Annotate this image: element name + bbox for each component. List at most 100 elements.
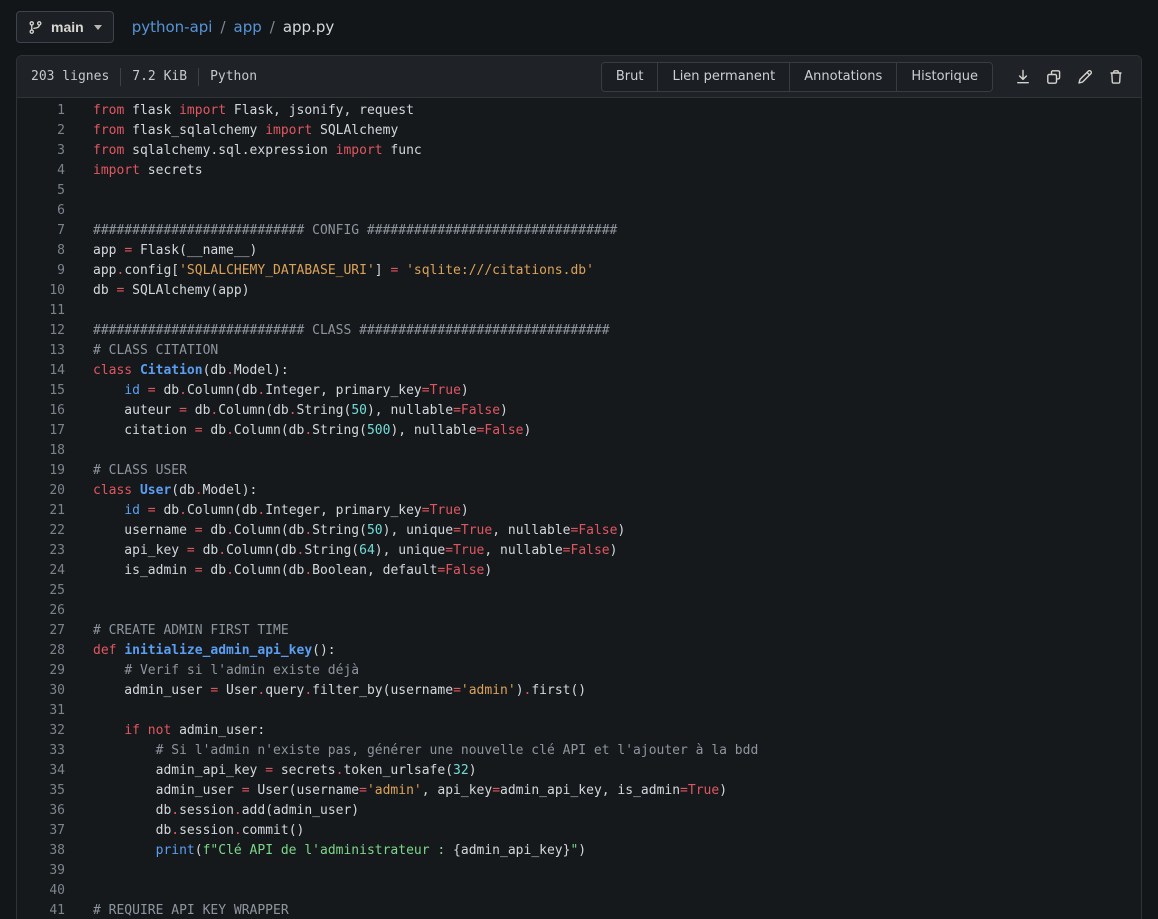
line-number[interactable]: 33 (17, 741, 65, 761)
line-number[interactable]: 24 (17, 561, 65, 581)
code-line: 36 db.session.add(admin_user) (17, 801, 1141, 821)
line-number[interactable]: 8 (17, 241, 65, 261)
line-number[interactable]: 39 (17, 861, 65, 881)
line-number[interactable]: 21 (17, 501, 65, 521)
code-text: if not admin_user: (65, 721, 265, 741)
line-number[interactable]: 11 (17, 301, 65, 321)
line-number[interactable]: 5 (17, 181, 65, 201)
code-text: citation = db.Column(db.String(500), nul… (65, 421, 531, 441)
code-area: 1from flask import Flask, jsonify, reque… (17, 98, 1141, 919)
line-number[interactable]: 25 (17, 581, 65, 601)
code-text: db.session.add(admin_user) (65, 801, 359, 821)
line-number[interactable]: 20 (17, 481, 65, 501)
line-number[interactable]: 14 (17, 361, 65, 381)
copy-icon (1046, 69, 1062, 85)
code-line: 11 (17, 301, 1141, 321)
line-number[interactable]: 23 (17, 541, 65, 561)
line-number[interactable]: 3 (17, 141, 65, 161)
line-number[interactable]: 32 (17, 721, 65, 741)
edit-icon (1077, 69, 1093, 85)
code-line: 19# CLASS USER (17, 461, 1141, 481)
code-line: 24 is_admin = db.Column(db.Boolean, defa… (17, 561, 1141, 581)
line-number[interactable]: 27 (17, 621, 65, 641)
code-text: api_key = db.Column(db.String(64), uniqu… (65, 541, 617, 561)
breadcrumb-folder-link[interactable]: app (234, 18, 262, 36)
file-lines-count: 203 lignes (31, 69, 109, 84)
line-number[interactable]: 6 (17, 201, 65, 221)
line-number[interactable]: 28 (17, 641, 65, 661)
code-text: ########################### CLASS ######… (65, 321, 610, 341)
line-number[interactable]: 30 (17, 681, 65, 701)
code-text (65, 861, 93, 881)
code-text (65, 441, 93, 461)
code-text: print(f"Clé API de l'administrateur : {a… (65, 841, 586, 861)
file-info: 203 lignes 7.2 KiB Python (27, 68, 257, 86)
line-number[interactable]: 29 (17, 661, 65, 681)
code-line: 25 (17, 581, 1141, 601)
code-text: # CLASS CITATION (65, 341, 218, 361)
line-number[interactable]: 2 (17, 121, 65, 141)
permalink-button[interactable]: Lien permanent (657, 63, 789, 91)
code-line: 6 (17, 201, 1141, 221)
line-number[interactable]: 9 (17, 261, 65, 281)
copy-button[interactable] (1038, 62, 1069, 92)
code-text (65, 701, 93, 721)
line-number[interactable]: 17 (17, 421, 65, 441)
line-number[interactable]: 15 (17, 381, 65, 401)
line-number[interactable]: 34 (17, 761, 65, 781)
line-number[interactable]: 41 (17, 901, 65, 919)
branch-selector-button[interactable]: main (16, 11, 114, 43)
line-number[interactable]: 36 (17, 801, 65, 821)
code-text: db = SQLAlchemy(app) (65, 281, 250, 301)
line-number[interactable]: 7 (17, 221, 65, 241)
code-text: username = db.Column(db.String(50), uniq… (65, 521, 625, 541)
line-number[interactable]: 35 (17, 781, 65, 801)
branch-name: main (51, 19, 84, 35)
line-number[interactable]: 13 (17, 341, 65, 361)
code-line: 26 (17, 601, 1141, 621)
code-line: 23 api_key = db.Column(db.String(64), un… (17, 541, 1141, 561)
code-line: 17 citation = db.Column(db.String(500), … (17, 421, 1141, 441)
code-text: # REQUIRE API KEY WRAPPER (65, 901, 289, 919)
code-line: 10db = SQLAlchemy(app) (17, 281, 1141, 301)
line-number[interactable]: 12 (17, 321, 65, 341)
code-line: 41# REQUIRE API KEY WRAPPER (17, 901, 1141, 919)
download-button[interactable] (1007, 62, 1038, 92)
code-text: app.config['SQLALCHEMY_DATABASE_URI'] = … (65, 261, 594, 281)
code-line: 3from sqlalchemy.sql.expression import f… (17, 141, 1141, 161)
line-number[interactable]: 16 (17, 401, 65, 421)
line-number[interactable]: 37 (17, 821, 65, 841)
code-text: ########################### CONFIG #####… (65, 221, 617, 241)
delete-icon (1108, 69, 1124, 85)
code-line: 28def initialize_admin_api_key(): (17, 641, 1141, 661)
code-text (65, 181, 93, 201)
code-line: 15 id = db.Column(db.Integer, primary_ke… (17, 381, 1141, 401)
line-number[interactable]: 38 (17, 841, 65, 861)
breadcrumb-repo-link[interactable]: python-api (132, 18, 213, 36)
line-number[interactable]: 4 (17, 161, 65, 181)
delete-button[interactable] (1100, 62, 1131, 92)
line-number[interactable]: 10 (17, 281, 65, 301)
code-text: from flask_sqlalchemy import SQLAlchemy (65, 121, 398, 141)
line-number[interactable]: 26 (17, 601, 65, 621)
code-line: 31 (17, 701, 1141, 721)
code-line: 21 id = db.Column(db.Integer, primary_ke… (17, 501, 1141, 521)
code-line: 37 db.session.commit() (17, 821, 1141, 841)
line-number[interactable]: 40 (17, 881, 65, 901)
code-text: admin_user = User.query.filter_by(userna… (65, 681, 586, 701)
code-line: 38 print(f"Clé API de l'administrateur :… (17, 841, 1141, 861)
top-bar: main python-api / app / app.py (0, 0, 1158, 55)
code-text: class Citation(db.Model): (65, 361, 289, 381)
file-view-box: 203 lignes 7.2 KiB Python Brut Lien perm… (16, 55, 1142, 919)
raw-button[interactable]: Brut (602, 63, 658, 91)
code-line: 30 admin_user = User.query.filter_by(use… (17, 681, 1141, 701)
history-button[interactable]: Historique (896, 63, 992, 91)
line-number[interactable]: 31 (17, 701, 65, 721)
line-number[interactable]: 22 (17, 521, 65, 541)
line-number[interactable]: 18 (17, 441, 65, 461)
code-text: # CREATE ADMIN FIRST TIME (65, 621, 289, 641)
line-number[interactable]: 19 (17, 461, 65, 481)
blame-button[interactable]: Annotations (789, 63, 896, 91)
edit-button[interactable] (1069, 62, 1100, 92)
line-number[interactable]: 1 (17, 101, 65, 121)
